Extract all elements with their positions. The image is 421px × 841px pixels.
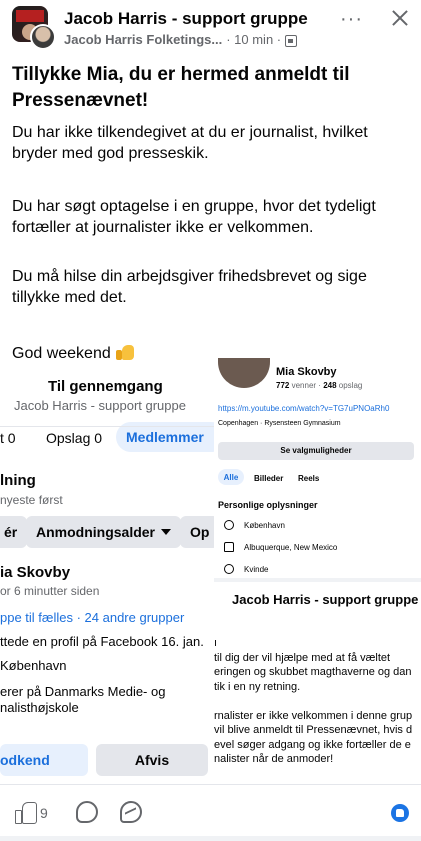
chip-label: Anmodningsalder bbox=[36, 524, 156, 540]
messenger-share-icon[interactable] bbox=[120, 801, 142, 823]
filter-chip-right: Op bbox=[180, 516, 214, 548]
info-row-city: København bbox=[224, 520, 285, 530]
group-avatar[interactable] bbox=[12, 6, 58, 50]
divider bbox=[214, 578, 421, 582]
closing-text: God weekend bbox=[12, 345, 111, 362]
options-button: Se valgmuligheder bbox=[218, 442, 414, 460]
mutual-groups: ppe til fælles · 24 andre grupper bbox=[0, 610, 185, 625]
rules-line: til dig der vil hjælpe med at få væltet bbox=[214, 651, 391, 664]
profile-avatar bbox=[218, 358, 270, 388]
profile-tab-reels: Reels bbox=[298, 474, 320, 483]
admin-review-screenshot[interactable]: Til gennemgang Jacob Harris - support gr… bbox=[0, 368, 214, 784]
location-pin-icon bbox=[224, 520, 234, 530]
info-hometown: Albuquerque, New Mexico bbox=[244, 542, 338, 552]
author-name[interactable]: Jacob Harris Folketings... bbox=[64, 32, 222, 47]
close-icon[interactable] bbox=[386, 4, 414, 32]
posts-label: opslag bbox=[338, 381, 363, 390]
applicant-info-2: København bbox=[0, 658, 67, 673]
friends-count: 772 bbox=[276, 381, 290, 390]
post-title: Tillykke Mia, du er hermed anmeldt til P… bbox=[12, 64, 350, 111]
post-header: Jacob Harris - support gruppe Jacob Harr… bbox=[0, 0, 421, 56]
like-count: 9 bbox=[40, 805, 48, 821]
posts-count: 248 bbox=[323, 381, 337, 390]
post-time: · 10 min · bbox=[226, 32, 282, 47]
footer-divider bbox=[0, 784, 421, 785]
review-subtitle: Jacob Harris - support gruppe bbox=[14, 398, 186, 413]
rules-line: ı bbox=[214, 637, 218, 649]
post-paragraph-2: Du har søgt optagelse i en gruppe, hvor … bbox=[12, 198, 376, 236]
calendar-icon bbox=[285, 34, 298, 47]
chevron-down-icon bbox=[161, 529, 172, 535]
group-rules-title: Jacob Harris - support gruppe bbox=[232, 592, 419, 607]
author-avatar bbox=[30, 24, 56, 50]
applicant-name: ia Skovby bbox=[0, 564, 71, 581]
profile-screenshot[interactable]: Mia Skovby 772 venner · 248 opslag https… bbox=[214, 354, 421, 784]
profile-name: Mia Skovby bbox=[276, 366, 337, 378]
group-name[interactable]: Jacob Harris - support gruppe bbox=[64, 9, 308, 29]
rules-line: vil blive anmeldt til Pressenævnet, hvis… bbox=[214, 724, 413, 736]
profile-location: Copenhagen · Rysensteen Gymnasium bbox=[218, 420, 341, 427]
rules-line: evel søger adgang og ikke fortæller de e bbox=[214, 738, 411, 751]
approve-button: odkend bbox=[0, 744, 88, 776]
profile-stats: 772 venner · 248 opslag bbox=[276, 381, 362, 390]
post-meta: Jacob Harris Folketings... · 10 min · bbox=[64, 32, 298, 47]
friends-label: venner · bbox=[291, 381, 321, 390]
tab-posts: Opslag 0 bbox=[46, 430, 103, 446]
thumbs-up-emoji-icon bbox=[115, 343, 135, 361]
bottom-bar bbox=[0, 836, 421, 841]
like-icon[interactable] bbox=[14, 800, 38, 824]
tabs-divider bbox=[0, 426, 214, 427]
info-row-gender: Kvinde bbox=[224, 564, 268, 574]
info-row-home: Albuquerque, New Mexico bbox=[224, 542, 337, 552]
section-heading: lning bbox=[0, 472, 36, 489]
rules-line: nalister når de anmoder! bbox=[214, 753, 334, 765]
rules-line: eringen og skubbet magthaverne og dan bbox=[214, 666, 412, 678]
tab-partial: t 0 bbox=[0, 430, 16, 446]
rules-line: tik i en ny retning. bbox=[214, 680, 301, 693]
filter-chip-left: ér bbox=[0, 516, 28, 548]
rules-line bbox=[214, 694, 421, 709]
rules-line: rnalister er ikke velkommen i denne grup bbox=[214, 709, 413, 722]
applicant-info-3: erer på Danmarks Medie- og bbox=[0, 684, 166, 699]
comment-icon[interactable] bbox=[76, 801, 98, 823]
post-paragraph-1: Du har ikke tilkendegivet at du er journ… bbox=[12, 124, 368, 162]
info-city: København bbox=[244, 520, 285, 530]
profile-tab-all: Alle bbox=[218, 469, 244, 485]
group-rules-text: ı til dig der vil hjælpe med at få vælte… bbox=[214, 636, 421, 767]
reject-button: Afvis bbox=[96, 744, 208, 776]
applicant-info-4: nalisthøjskole bbox=[0, 700, 79, 715]
like-reaction-badge-icon[interactable] bbox=[391, 804, 409, 822]
sort-label: nyeste først bbox=[0, 493, 63, 507]
filter-chip-request-age: Anmodningsalder bbox=[26, 516, 182, 548]
profile-link: https://m.youtube.com/watch?v=TG7uPNOaRh… bbox=[218, 404, 390, 413]
applicant-time: or 6 minutter siden bbox=[0, 584, 100, 598]
action-bar: 9 bbox=[0, 796, 421, 832]
gender-icon bbox=[224, 564, 234, 574]
personal-info-heading: Personlige oplysninger bbox=[218, 500, 318, 510]
applicant-info-1: ttede en profil på Facebook 16. jan. bbox=[0, 634, 204, 649]
more-options-button[interactable]: ··· bbox=[340, 8, 363, 31]
post-paragraph-3: Du må hilse din arbejdsgiver frihedsbrev… bbox=[12, 268, 367, 306]
info-gender: Kvinde bbox=[244, 564, 269, 574]
profile-tab-photos: Billeder bbox=[254, 474, 284, 483]
review-title: Til gennemgang bbox=[48, 378, 163, 395]
home-icon bbox=[224, 542, 234, 552]
